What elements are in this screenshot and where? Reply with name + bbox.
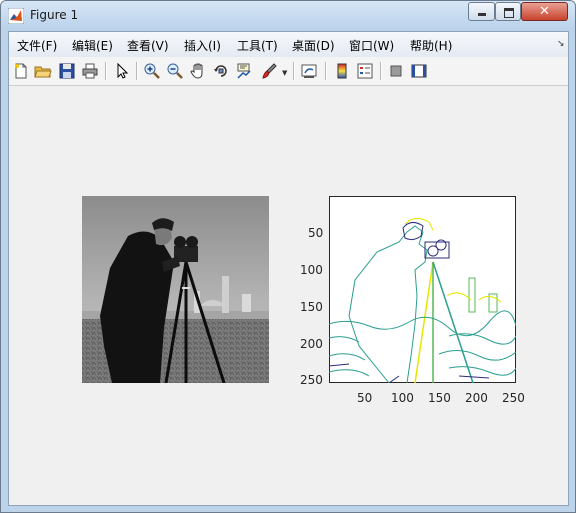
window-title: Figure 1 (30, 8, 79, 22)
menu-bar: 文件(F) 编辑(E) 查看(V) 插入(I) 工具(T) 桌面(D) 窗口(W… (9, 32, 568, 58)
x-tick-label: 200 (465, 391, 488, 405)
colorbar-icon[interactable] (333, 62, 351, 80)
show-plot-tools-icon[interactable] (410, 62, 428, 80)
toolbar-separator (380, 62, 382, 80)
menu-help[interactable]: 帮助(H) (410, 37, 452, 54)
figure-client-area: 文件(F) 编辑(E) 查看(V) 插入(I) 工具(T) 桌面(D) 窗口(W… (8, 31, 569, 506)
open-file-icon[interactable] (34, 62, 52, 80)
zoom-in-icon[interactable] (143, 62, 161, 80)
y-tick-label: 50 (308, 226, 324, 240)
y-tick-label: 100 (300, 263, 323, 277)
x-tick-label: 250 (502, 391, 525, 405)
toolbar-separator (293, 62, 295, 80)
pan-hand-icon[interactable] (189, 62, 207, 80)
close-button[interactable]: ✕ (521, 2, 568, 21)
brush-dropdown-icon[interactable]: ▼ (282, 69, 287, 77)
contour-axes[interactable] (329, 196, 516, 383)
figure-toolbar: ▼ (9, 57, 568, 86)
link-plot-icon[interactable] (300, 62, 318, 80)
x-tick-label: 50 (357, 391, 373, 405)
zoom-out-icon[interactable] (166, 62, 184, 80)
select-arrow-icon[interactable] (113, 62, 131, 80)
menu-file[interactable]: 文件(F) (17, 37, 57, 54)
rotate-3d-icon[interactable] (212, 62, 230, 80)
toolbar-separator (136, 62, 138, 80)
menu-view[interactable]: 查看(V) (127, 37, 169, 54)
matlab-logo-icon (8, 8, 24, 24)
toolbar-separator (105, 62, 107, 80)
new-figure-icon[interactable] (12, 62, 30, 80)
legend-icon[interactable] (356, 62, 374, 80)
title-bar[interactable]: Figure 1 ✕ (1, 1, 575, 31)
y-tick-label: 150 (300, 300, 323, 314)
menu-tools[interactable]: 工具(T) (237, 37, 278, 54)
hide-plot-tools-icon[interactable] (387, 62, 405, 80)
maximize-button[interactable] (495, 2, 521, 21)
close-icon: ✕ (539, 4, 550, 19)
cameraman-image[interactable] (82, 196, 269, 383)
menu-window[interactable]: 窗口(W) (349, 37, 394, 54)
minimize-button[interactable] (468, 2, 495, 21)
x-tick-label: 150 (428, 391, 451, 405)
print-icon[interactable] (81, 62, 99, 80)
menu-edit[interactable]: 编辑(E) (72, 37, 113, 54)
toolbar-separator (325, 62, 327, 80)
save-icon[interactable] (58, 62, 76, 80)
y-tick-label: 200 (300, 337, 323, 351)
chevron-right-icon[interactable]: ↘ (557, 39, 565, 49)
brush-icon[interactable] (260, 62, 278, 80)
figure-window: Figure 1 ✕ 文件(F) 编辑(E) 查看(V) 插入(I) 工具(T)… (0, 0, 576, 513)
menu-insert[interactable]: 插入(I) (184, 37, 221, 54)
data-cursor-icon[interactable] (235, 62, 253, 80)
y-tick-label: 250 (300, 373, 323, 387)
x-tick-label: 100 (391, 391, 414, 405)
menu-desktop[interactable]: 桌面(D) (292, 37, 335, 54)
